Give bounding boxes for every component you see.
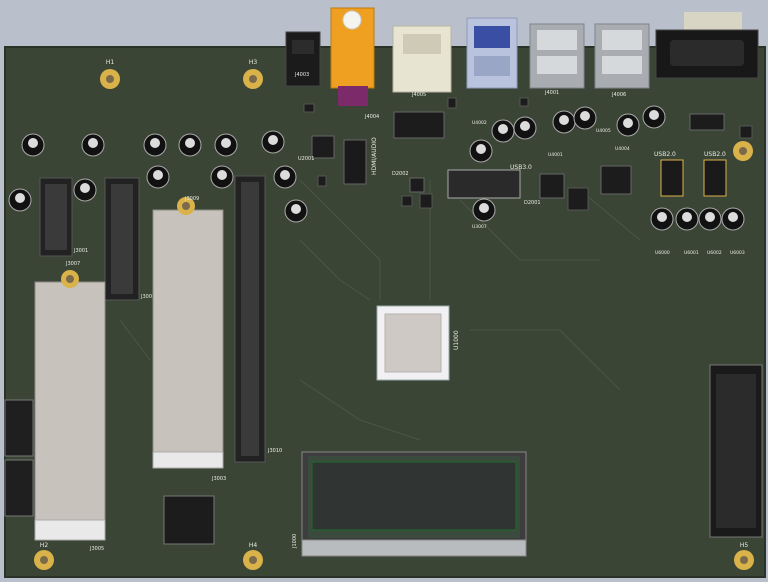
label-u4002: U4002 (472, 120, 487, 126)
label-j3003: J3003 (211, 476, 226, 482)
label-j4003: J4003 (294, 72, 309, 78)
label-h4: H4 (249, 542, 258, 549)
mounting-hole-top-right (733, 141, 753, 161)
label-h1: H1 (106, 59, 115, 66)
label-h5: H5 (740, 542, 749, 549)
label-u1000: U1000 (453, 330, 460, 350)
label-j3001: J3001 (73, 248, 88, 254)
usb2-header-right: USB2.0 (703, 151, 727, 197)
ethernet-jack-j4005: J4005 (392, 25, 452, 98)
pcb-render-scene: H1 H3 H2 H4 H5 J4003 J4004 J4005 J4001 J… (0, 0, 768, 582)
label-hdmi-audio: HDMI/AUDIO (371, 137, 378, 175)
usb-port-j4006: J4006 (594, 23, 650, 98)
ic-top-right (689, 113, 725, 131)
label-u4004: U4004 (615, 146, 630, 152)
label-u4001: U4001 (548, 152, 563, 158)
label-u3007: U3007 (472, 224, 487, 230)
label-u4005: U4005 (596, 128, 611, 134)
label-j3010: J3010 (267, 448, 282, 454)
ic-hub (600, 165, 632, 195)
label-j4004: J4004 (364, 114, 379, 120)
ic-bottom-qfp (163, 495, 215, 545)
pcb-render: H1 H3 H2 H4 H5 J4003 J4004 J4005 J4001 J… (4, 7, 766, 578)
label-u2001: U2001 (298, 156, 314, 162)
m2-slot-j3005: J3007 J3005 (34, 261, 106, 552)
usb-port-j4001: J4001 (529, 23, 585, 96)
label-usb2-right: USB2.0 (704, 151, 726, 158)
label-usb2-left: USB2.0 (654, 151, 676, 158)
label-j3007: J3007 (65, 261, 80, 267)
atx-power-connector (709, 364, 763, 538)
barrel-jack-j4003: J4003 (285, 31, 321, 87)
label-j1000: J1000 (292, 534, 298, 549)
label-j3009: J3009 (184, 196, 199, 202)
label-h3: H3 (249, 59, 258, 66)
label-h2: H2 (40, 542, 49, 549)
ic-usb-controller (393, 111, 445, 139)
soc-u1000: U1000 (376, 305, 460, 381)
label-u6001: U6001 (684, 250, 699, 256)
usb-port-blue (466, 17, 518, 89)
label-u6002: U6002 (707, 250, 722, 256)
label-j4001: J4001 (544, 90, 559, 96)
sodimm-slot-j1000: J1000 (292, 451, 527, 557)
label-d2002: D2002 (392, 171, 409, 177)
label-u6003: U6003 (730, 250, 745, 256)
label-usb3: USB3.0 (510, 164, 532, 171)
vga-connector (655, 12, 759, 79)
label-j3005: J3005 (89, 546, 104, 552)
label-j4005: J4005 (411, 92, 426, 98)
m2-slot-j3003: J3009 J3003 (152, 196, 226, 482)
label-j4006: J4006 (611, 92, 626, 98)
label-u6000: U6000 (655, 250, 670, 256)
label-d2001: D2001 (524, 200, 541, 206)
